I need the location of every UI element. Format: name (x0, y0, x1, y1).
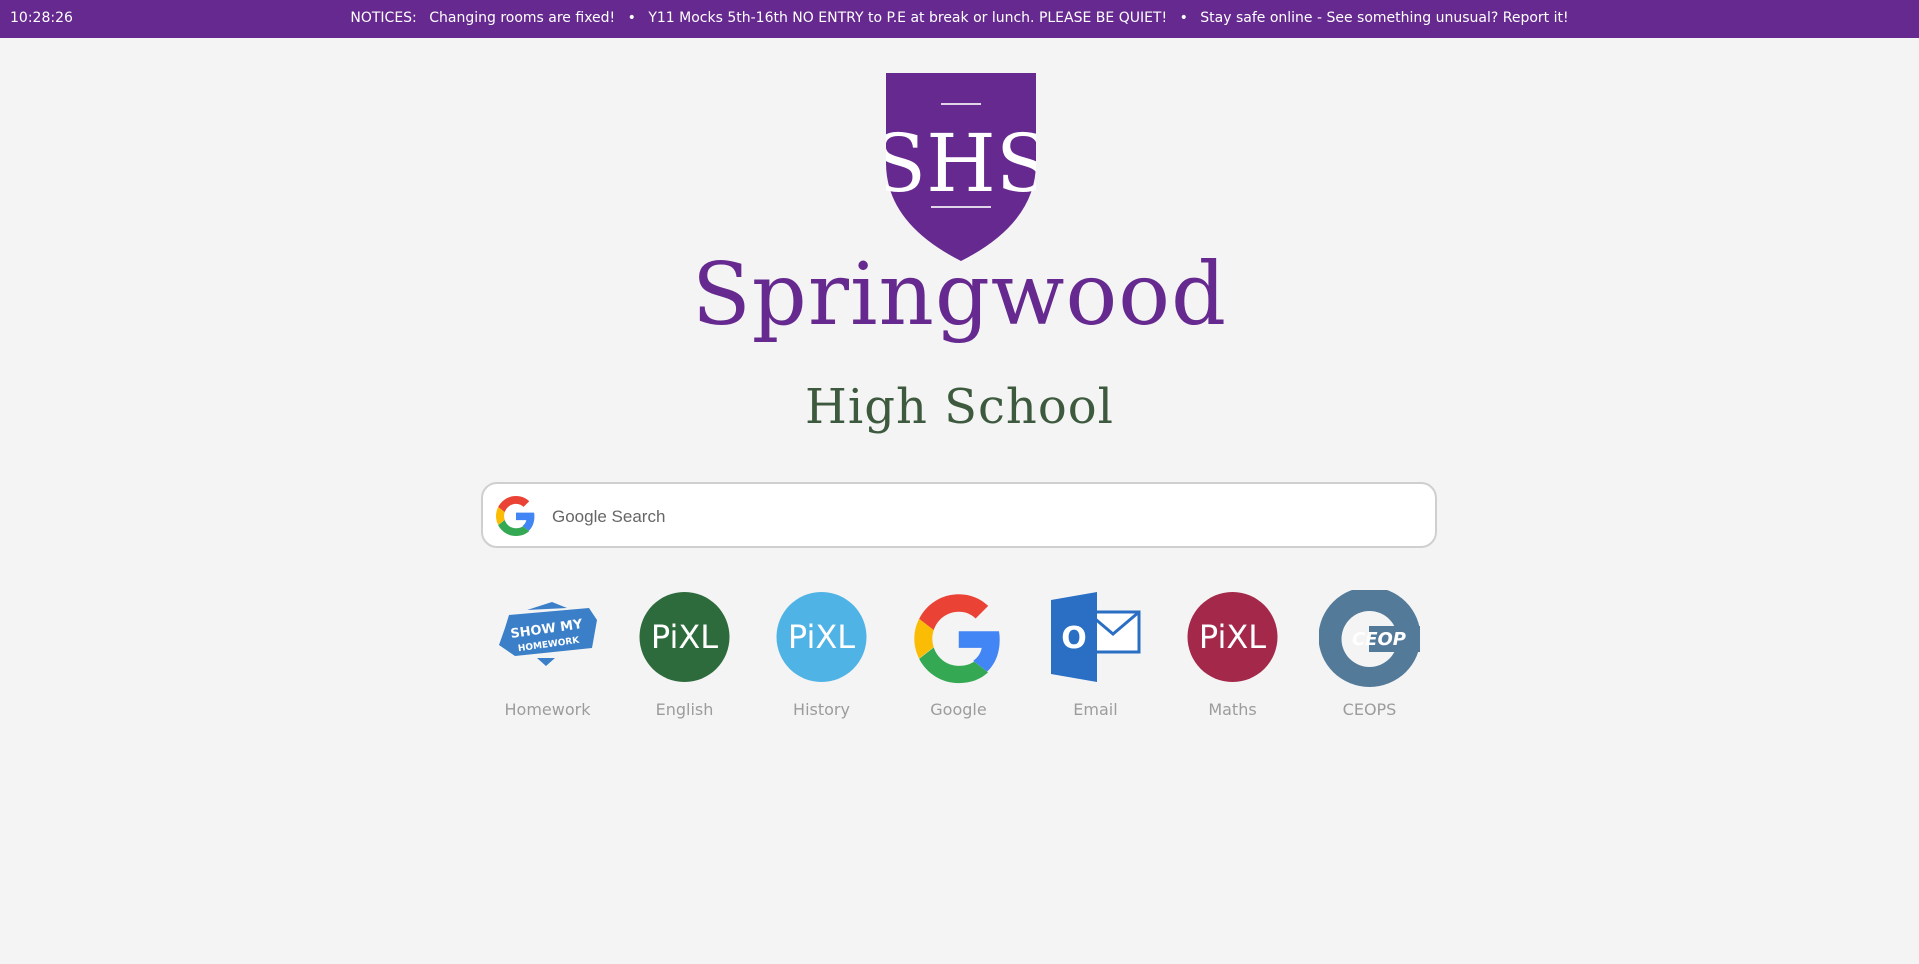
school-subtitle: High School (805, 379, 1114, 435)
school-name: Springwood (691, 245, 1228, 345)
shortcut-label: Maths (1208, 700, 1257, 719)
shortcut-label: Google (930, 700, 987, 719)
shortcut-label: Email (1073, 700, 1118, 719)
crest-text: SHS (886, 117, 1036, 210)
ceop-icon: CEOP (1319, 590, 1420, 687)
svg-text:PiXL: PiXL (788, 618, 855, 656)
notice-separator: • (627, 10, 636, 26)
shortcuts-row: SHOW MY HOMEWORK Homework PiXL English P… (479, 590, 1439, 730)
notices-ticker: NOTICES: Changing rooms are fixed! • Y11… (0, 10, 1919, 26)
shortcut-maths[interactable]: PiXL Maths (1164, 590, 1301, 730)
svg-text:O: O (1061, 621, 1087, 656)
svg-text:PiXL: PiXL (651, 618, 718, 656)
shortcut-homework[interactable]: SHOW MY HOMEWORK Homework (479, 590, 616, 730)
pixl-maths-icon: PiXL (1187, 592, 1278, 682)
shortcut-label: History (793, 700, 850, 719)
shortcut-ceops[interactable]: CEOP CEOPS (1301, 590, 1438, 730)
school-crest-logo: SHS (886, 73, 1036, 261)
notice-separator: • (1179, 10, 1188, 26)
shortcut-email[interactable]: O Email (1027, 590, 1164, 730)
show-my-homework-icon: SHOW MY HOMEWORK (499, 602, 597, 666)
search-input[interactable] (550, 496, 1414, 538)
google-search-box[interactable] (481, 482, 1437, 548)
shortcut-label: Homework (504, 700, 591, 719)
shortcut-google[interactable]: Google (890, 590, 1027, 730)
notice-item: Stay safe online - See something unusual… (1200, 10, 1569, 26)
notice-bar: 10:28:26 NOTICES: Changing rooms are fix… (0, 0, 1919, 38)
notices-label: NOTICES: (350, 10, 417, 26)
svg-text:PiXL: PiXL (1199, 618, 1266, 656)
shortcut-label: English (655, 700, 714, 719)
google-g-icon (914, 594, 1000, 684)
svg-text:CEOP: CEOP (1352, 629, 1406, 650)
notice-item: Changing rooms are fixed! (429, 10, 616, 26)
shortcut-history[interactable]: PiXL History (753, 590, 890, 730)
pixl-english-icon: PiXL (639, 592, 730, 682)
google-g-icon (496, 496, 535, 536)
notice-item: Y11 Mocks 5th-16th NO ENTRY to P.E at br… (648, 10, 1168, 26)
shortcut-english[interactable]: PiXL English (616, 590, 753, 730)
outlook-icon: O (1051, 592, 1141, 682)
shortcut-label: CEOPS (1342, 700, 1397, 719)
pixl-history-icon: PiXL (776, 592, 867, 682)
